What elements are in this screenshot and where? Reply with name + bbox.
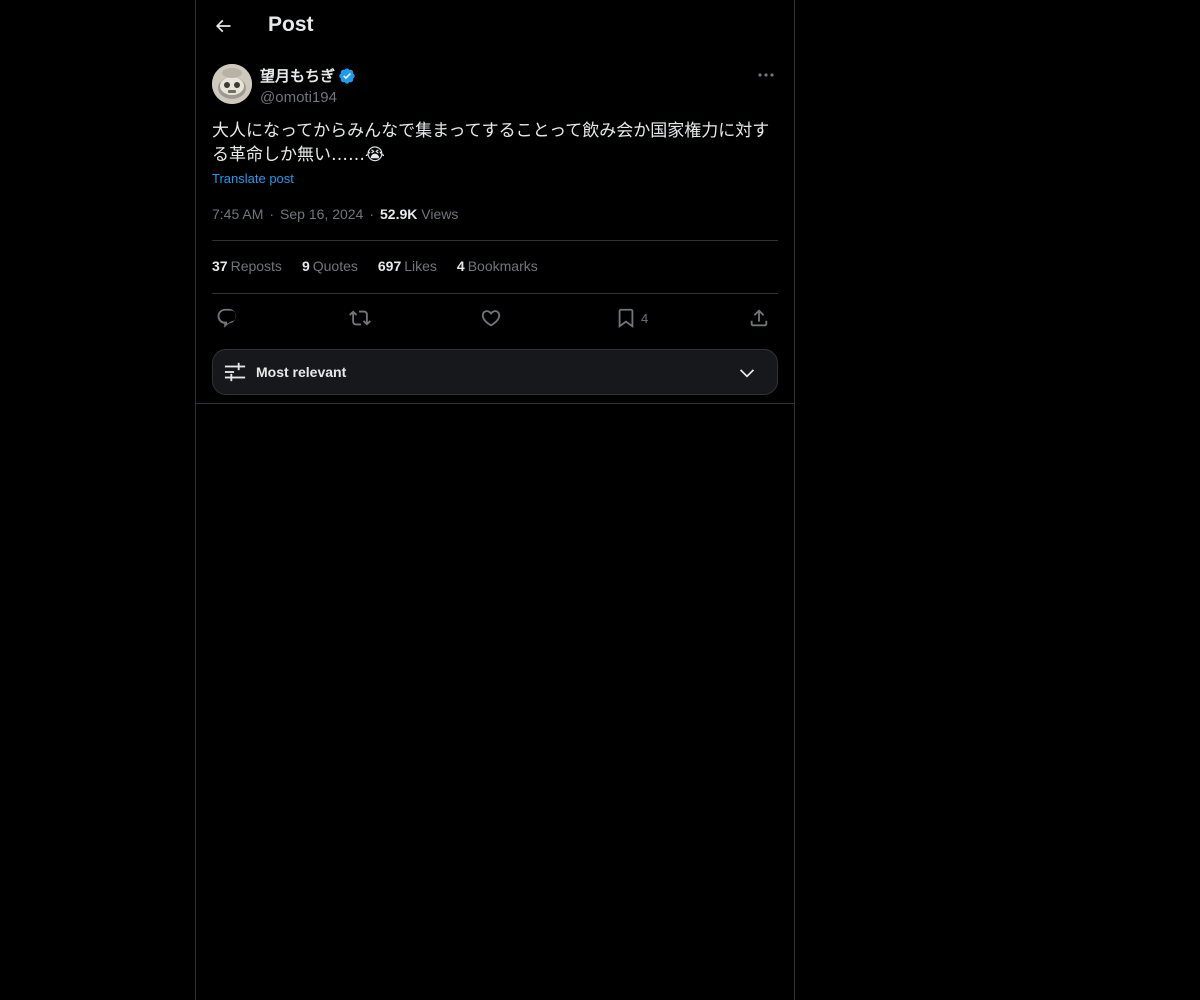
verified-badge-icon[interactable] [338,67,356,85]
handle[interactable]: @omoti194 [260,89,356,106]
stat-bookmarks[interactable]: 4 Bookmarks [457,258,538,274]
sliders-icon [224,362,246,382]
repost-button[interactable] [349,305,371,331]
avatar[interactable] [212,64,252,104]
translate-post-link[interactable]: Translate post [212,171,294,186]
reply-icon [217,308,237,328]
stat-likes[interactable]: 697 Likes [378,258,437,274]
share-icon [750,309,768,327]
header: Post [196,0,794,54]
back-button[interactable] [206,9,240,43]
display-name[interactable]: 望月もちぎ [260,65,335,86]
divider [212,293,778,294]
author-names: 望月もちぎ @omoti194 [260,65,356,106]
stat-quotes[interactable]: 9 Quotes [302,258,358,274]
page-title: Post [268,13,314,36]
more-options-button[interactable] [754,65,778,85]
divider [196,403,794,404]
main-column: Post 望月もちぎ @omoti194 大人になってからみんなで集まってするこ… [195,0,795,1000]
like-button[interactable] [480,305,502,331]
post-meta: 7:45 AM · Sep 16, 2024 · 52.9K Views [212,206,458,222]
post-date[interactable]: Sep 16, 2024 [280,206,363,222]
post: 望月もちぎ @omoti194 大人になってからみんなで集まってすることって飲み… [212,63,778,222]
share-button[interactable] [748,305,770,331]
chevron-down-icon [739,369,755,378]
post-time[interactable]: 7:45 AM [212,206,263,222]
views-count: 52.9K [380,206,418,222]
more-icon [758,73,774,77]
views-label: Views [421,206,459,222]
divider [212,240,778,241]
sort-replies-dropdown[interactable]: Most relevant [212,349,778,395]
reply-button[interactable] [216,305,238,331]
heart-icon [481,310,501,327]
bookmark-icon [618,308,634,329]
post-text: 大人になってからみんなで集まってすることって飲み会か国家権力に対する革命しか無い… [212,121,770,165]
avatar-image [212,64,252,104]
meta-separator: · [369,206,375,222]
post-actions: 4 [212,305,778,331]
sort-label: Most relevant [256,364,347,380]
bookmark-count: 4 [641,310,649,326]
repost-icon [349,310,371,326]
display-name-row: 望月もちぎ [260,65,356,86]
stat-reposts[interactable]: 37 Reposts [212,258,282,274]
bookmark-button[interactable]: 4 [615,305,648,331]
meta-separator: · [269,206,275,222]
post-stats: 37 Reposts 9 Quotes 697 Likes 4 Bookmarks [212,258,538,274]
arrow-left-icon [215,19,231,33]
author-row: 望月もちぎ @omoti194 [212,63,778,107]
